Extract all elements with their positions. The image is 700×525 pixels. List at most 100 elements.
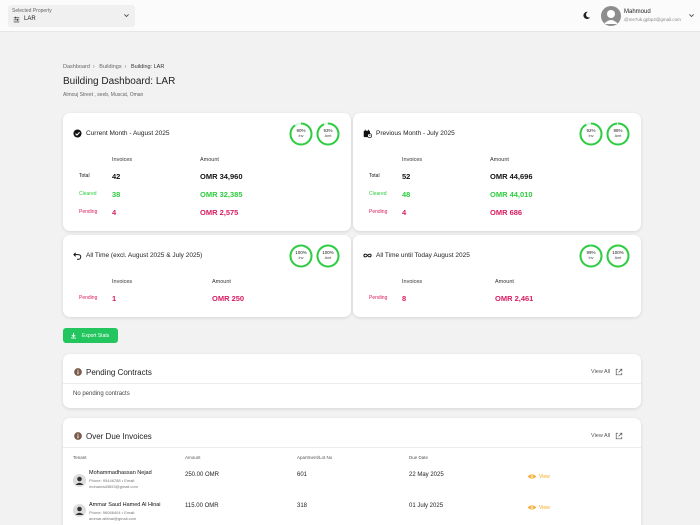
ring-percent: 100% [295, 250, 307, 255]
building-icon [13, 16, 20, 23]
tenant-avatar [73, 504, 86, 517]
tenant-name: Mohammadhassan Nejad [89, 470, 152, 476]
section-divider [63, 383, 641, 384]
row-label-total: Total [369, 173, 380, 179]
tenant-email: mohamad3653@gmail.com [89, 484, 138, 489]
undo-icon [73, 252, 82, 260]
current-month-card: Current Month - August 2025 90% Inv 93% … [63, 113, 351, 231]
col-header-tenant: Tenant [73, 455, 87, 460]
all-time-today-card: All Time until Today August 2025 99% Inv… [353, 235, 641, 317]
user-icon [604, 10, 618, 24]
info-icon [74, 368, 82, 376]
pending-invoices: 4 [112, 208, 117, 217]
user-icon [75, 506, 84, 515]
invoice-progress-ring: 92% Inv [579, 122, 603, 146]
user-menu-chevron-icon[interactable] [688, 12, 695, 19]
col-header-due-date: Due Date [409, 455, 429, 460]
ring-label: Inv [588, 134, 594, 138]
row-label-total: Total [79, 173, 90, 179]
col-invoices: Invoices [112, 279, 133, 285]
cleared-amount: OMR 44,010 [490, 190, 533, 199]
apartment-number: 318 [297, 503, 308, 509]
pending-invoices: 4 [402, 208, 407, 217]
card-title: All Time until Today August 2025 [376, 252, 470, 259]
amount-progress-ring: 100% Amt [606, 244, 630, 268]
col-amount: Amount [490, 157, 509, 163]
pending-invoices: 8 [402, 294, 407, 303]
pending-amount: OMR 2,575 [200, 208, 239, 217]
check-circle-icon [73, 129, 82, 138]
invoice-progress-ring: 99% Inv [579, 244, 603, 268]
due-date: 01 July 2025 [409, 503, 444, 509]
row-label-pending: Pending [369, 295, 388, 301]
amount-progress-ring: 98% Amt [606, 122, 630, 146]
ring-percent: 100% [612, 250, 624, 255]
card-title: Previous Month - July 2025 [376, 130, 455, 137]
row-label-cleared: Cleared [79, 191, 97, 197]
cleared-invoices: 38 [112, 190, 121, 199]
section-title: Over Due Invoices [86, 432, 152, 441]
ring-percent: 98% [613, 128, 623, 133]
invoice-amount: 250.00 OMR [185, 472, 220, 478]
pending-amount: OMR 2,461 [495, 294, 534, 303]
chevron-down-icon [124, 14, 129, 18]
external-link-icon[interactable] [615, 432, 623, 440]
ring-label: Amt [324, 134, 332, 138]
invoice-progress-ring: 100% Inv [289, 244, 313, 268]
dark-mode-toggle-icon[interactable] [582, 11, 591, 20]
info-icon [74, 432, 82, 440]
breadcrumb-buildings[interactable]: Buildings [99, 64, 121, 70]
pending-invoices: 1 [112, 294, 117, 303]
external-link-icon[interactable] [615, 368, 623, 376]
view-all-link[interactable]: View All [591, 369, 610, 375]
eye-icon [527, 505, 537, 510]
tenant-phone: Phone: 95446788 • Email: [89, 478, 136, 483]
invoice-amount: 115.00 OMR [185, 503, 219, 509]
download-icon [71, 332, 76, 339]
total-amount: OMR 44,696 [490, 172, 533, 181]
due-date: 22 May 2025 [409, 472, 444, 478]
user-icon [75, 476, 84, 485]
col-invoices: Invoices [402, 157, 423, 163]
page-title: Building Dashboard: LAR [63, 76, 176, 87]
col-header-unit: Apartment/Lot No [297, 455, 333, 460]
row-label-pending: Pending [79, 209, 98, 215]
export-stats-button[interactable]: Export Stats [63, 328, 118, 343]
view-all-link[interactable]: View All [591, 433, 610, 439]
user-email: @me7uk.gpbp2@gmail.com [624, 17, 681, 22]
view-button-label: View [539, 474, 550, 480]
breadcrumb: Dashboard › Buildings › Building: LAR [63, 64, 165, 70]
row-label-cleared: Cleared [369, 191, 387, 197]
breadcrumb-dashboard[interactable]: Dashboard [63, 64, 90, 70]
col-amount: Amount [200, 157, 219, 163]
empty-state-text: No pending contracts [73, 391, 130, 397]
building-address: Almouj Street , seeb, Muscat, Oman [63, 92, 144, 98]
export-stats-label: Export Stats [82, 333, 110, 339]
top-bar: Selected Property LAR Mahmoud @me7uk.gpb… [0, 0, 700, 32]
col-amount: Amount [495, 279, 514, 285]
ring-label: Amt [614, 134, 622, 138]
section-divider [63, 447, 641, 448]
col-amount: Amount [212, 279, 231, 285]
all-time-excl-card: All Time (excl. August 2025 & July 2025)… [63, 235, 351, 317]
user-name: Mahmoud [624, 9, 651, 15]
breadcrumb-current: Building: LAR [131, 64, 165, 70]
previous-month-card: Previous Month - July 2025 92% Inv 98% A… [353, 113, 641, 231]
pending-contracts-section: Pending Contracts View All No pending co… [63, 354, 641, 408]
property-selector[interactable]: Selected Property LAR [8, 5, 135, 27]
tenant-phone: Phone: 96066404 • Email: [89, 510, 136, 515]
view-button-label: View [539, 505, 550, 511]
pending-amount: OMR 686 [490, 208, 523, 217]
tenant-avatar [73, 474, 86, 487]
amount-progress-ring: 100% Amt [316, 244, 340, 268]
ring-percent: 92% [586, 128, 596, 133]
avatar[interactable] [601, 6, 621, 26]
row-label-pending: Pending [79, 295, 98, 301]
card-title: All Time (excl. August 2025 & July 2025) [86, 252, 203, 259]
apartment-number: 601 [297, 472, 308, 478]
ring-label: Amt [324, 256, 332, 260]
infinity-icon [363, 253, 372, 258]
tenant-email: ammar.albinai@gmail.com [89, 516, 137, 521]
invoice-progress-ring: 90% Inv [289, 122, 313, 146]
cleared-amount: OMR 32,385 [200, 190, 243, 199]
